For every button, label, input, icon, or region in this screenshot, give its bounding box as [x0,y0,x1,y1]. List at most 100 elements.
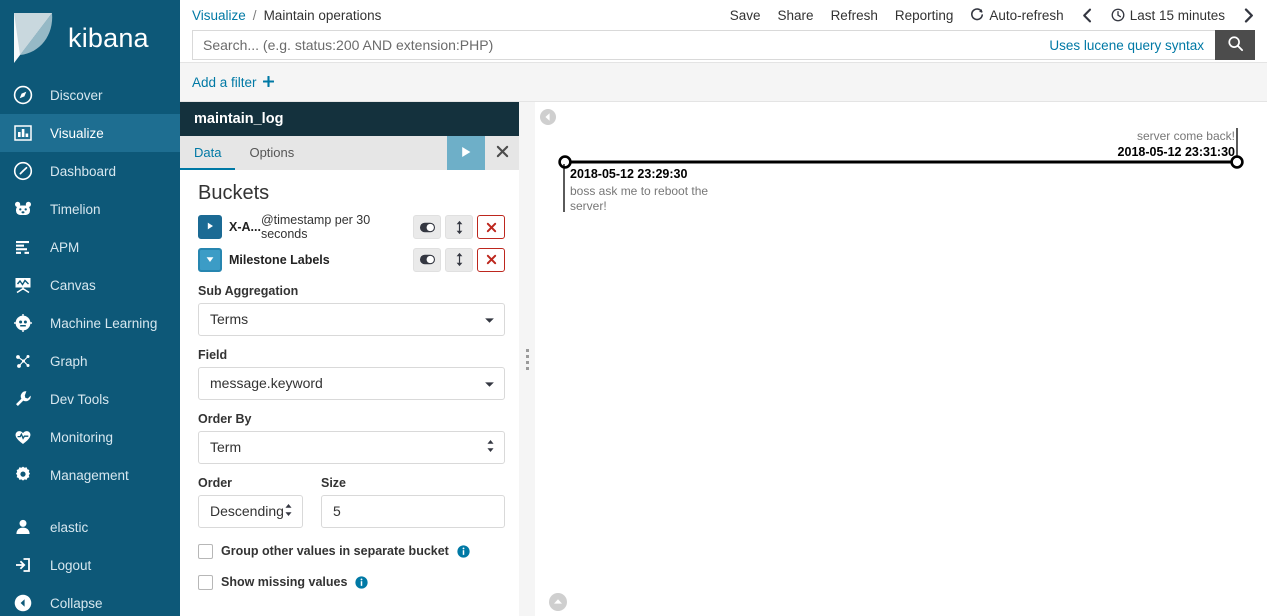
sub-aggregation-select[interactable]: Terms [198,302,505,336]
apply-changes-button[interactable] [447,136,485,170]
move-updown-icon[interactable] [445,215,473,240]
updown-caret-icon [486,439,495,456]
filter-bar: Add a filter [180,62,1267,102]
sidebar-item-label: Visualize [50,125,104,141]
brand[interactable]: kibana [0,0,180,76]
bucket-label[interactable]: Milestone Labels [229,253,406,267]
vis-editor-panel: maintain_log Data Options Buckets X-A...… [180,102,519,616]
search-input-wrapper: Uses lucene query syntax [192,30,1215,60]
tab-options[interactable]: Options [235,136,308,170]
field-label: Field [198,347,228,362]
refresh-cycle-icon [970,8,984,22]
sidebar-item-collapse[interactable]: Collapse [0,584,180,616]
move-updown-icon[interactable] [445,247,473,272]
time-next-button[interactable] [1242,7,1255,23]
milestone-message-cont: server! [570,199,607,213]
sidebar-item-label: Monitoring [50,429,114,445]
sidebar-item-label: Timelion [50,201,101,217]
auto-refresh-label: Auto-refresh [989,7,1064,23]
show-missing-values-row: Show missing values [198,574,505,590]
bucket-expand-toggle[interactable] [198,215,222,240]
apm-bars-icon [12,236,34,258]
size-label: Size [321,475,347,490]
timeline-chart: server come back! 2018-05-12 23:31:30 20… [535,102,1267,616]
sidebar-item-monitoring[interactable]: Monitoring [0,418,180,456]
show-missing-values-label: Show missing values [221,575,348,590]
editor-title: maintain_log [180,102,519,136]
search-icon [1227,35,1244,55]
sidebar-divider [0,494,180,508]
order-size-row: Order Descending Size [198,464,505,528]
sidebar-item-apm[interactable]: APM [0,228,180,266]
editor-resize-handle[interactable] [519,102,535,616]
sidebar-item-logout[interactable]: Logout [0,546,180,584]
bucket-row: Milestone Labels [198,247,505,272]
time-range-label: Last 15 minutes [1129,7,1225,23]
show-missing-values-checkbox[interactable] [198,574,213,590]
lucene-syntax-link[interactable]: Uses lucene query syntax [1049,38,1215,53]
time-range-button[interactable]: Last 15 minutes [1111,8,1225,23]
breadcrumb-parent[interactable]: Visualize [192,8,246,23]
sidebar-item-visualize[interactable]: Visualize [0,114,180,152]
dashboard-gauge-icon [12,160,34,182]
info-icon[interactable] [457,545,470,558]
remove-x-icon[interactable] [477,215,505,240]
sidebar-item-canvas[interactable]: Canvas [0,266,180,304]
sidebar-item-dashboard[interactable]: Dashboard [0,152,180,190]
sidebar-item-dev-tools[interactable]: Dev Tools [0,380,180,418]
sidebar-item-elastic[interactable]: elastic [0,508,180,546]
bucket-label[interactable]: X-A... @timestamp per 30 seconds [229,213,406,242]
add-filter-button[interactable]: Add a filter [192,75,274,90]
sidebar-item-machine-learning[interactable]: Machine Learning [0,304,180,342]
bucket-axis-name: X-A... [229,220,261,235]
toggle-switch-icon[interactable] [413,215,441,240]
top-actions: Save Share Refresh Reporting Auto-refres… [730,8,1255,23]
remove-x-icon[interactable] [477,247,505,272]
order-by-value: Term [210,439,242,456]
share-button[interactable]: Share [778,8,814,23]
buckets-heading: Buckets [198,182,270,204]
search-input[interactable] [193,31,1050,59]
size-input[interactable] [321,494,505,528]
breadcrumb: Visualize / Maintain operations [192,8,381,23]
kibana-logo-icon [10,13,56,63]
order-column: Order Descending [198,464,303,528]
field-value: message.keyword [210,375,323,392]
reporting-button[interactable]: Reporting [895,8,954,23]
tab-spacer [308,136,447,170]
breadcrumb-separator: / [252,7,257,23]
sidebar-item-timelion[interactable]: Timelion [0,190,180,228]
order-select[interactable]: Descending [198,494,303,528]
discard-changes-button[interactable] [485,136,519,170]
sidebar-item-management[interactable]: Management [0,456,180,494]
breadcrumb-current: Maintain operations [263,7,382,23]
order-by-select[interactable]: Term [198,430,505,464]
sidebar-item-label: Logout [50,557,92,573]
time-prev-button[interactable] [1081,8,1094,23]
info-icon[interactable] [355,576,369,589]
global-sidebar: kibana Discover Visualize Dashboard Time… [0,0,180,616]
sidebar-item-discover[interactable]: Discover [0,76,180,114]
chevron-up-circle-icon[interactable] [548,592,568,612]
save-button[interactable]: Save [730,8,761,23]
chevron-down-icon [484,375,495,391]
collapse-left-icon [12,592,34,614]
search-submit-button[interactable] [1215,30,1255,60]
top-bar: Visualize / Maintain operations Save Sha… [180,0,1267,30]
tab-data[interactable]: Data [180,136,236,170]
toggle-switch-icon[interactable] [413,247,441,272]
order-value: Descending [210,503,284,520]
field-select[interactable]: message.keyword [198,366,505,400]
triangle-right-icon [205,218,215,236]
canvas-icon [12,274,34,296]
milestone-timestamp: 2018-05-12 23:31:30 [1118,145,1235,159]
auto-refresh-button[interactable]: Auto-refresh [970,7,1064,23]
bucket-collapse-toggle[interactable] [198,247,222,272]
bucket-row-buttons [413,215,505,240]
group-other-values-label: Group other values in separate bucket [221,544,449,559]
triangle-down-icon [205,251,215,269]
group-other-values-checkbox[interactable] [198,543,213,559]
refresh-button[interactable]: Refresh [831,8,878,23]
sidebar-item-graph[interactable]: Graph [0,342,180,380]
editor-tab-bar: Data Options [180,136,519,170]
